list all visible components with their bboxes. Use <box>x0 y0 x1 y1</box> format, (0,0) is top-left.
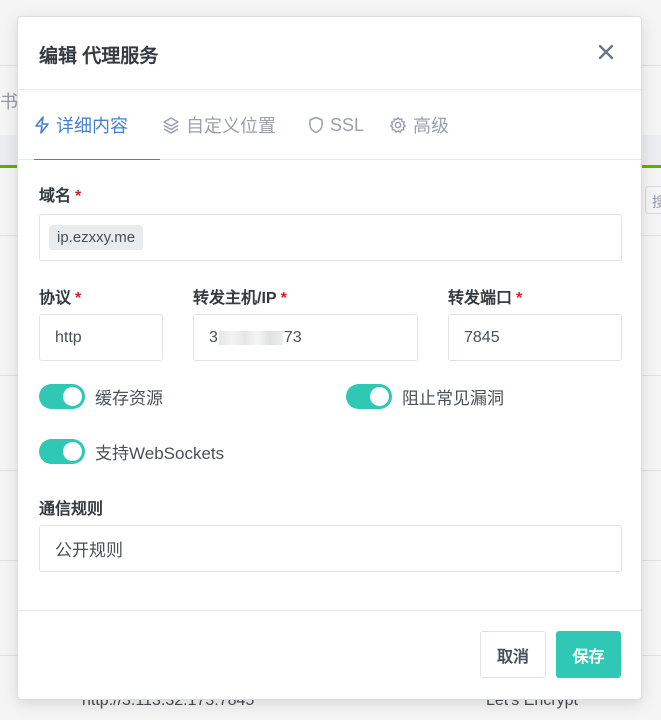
tab-label: 高级 <box>413 116 449 136</box>
required-mark: * <box>280 290 287 307</box>
gear-icon <box>390 116 406 133</box>
forward-port-input[interactable]: 7845 <box>448 314 622 361</box>
required-mark: * <box>75 290 82 307</box>
close-button[interactable] <box>595 41 617 63</box>
toggle-knob <box>63 387 82 406</box>
websockets-toggle[interactable] <box>39 439 85 464</box>
tab-custom-locations[interactable]: 自定义位置 <box>162 90 276 160</box>
domain-names-input[interactable]: ip.ezxxy.me <box>39 214 622 261</box>
save-button[interactable]: 保存 <box>556 631 621 678</box>
scheme-label: 协议 * <box>39 290 82 307</box>
cache-assets-label: 缓存资源 <box>95 389 163 408</box>
access-list-select[interactable]: 公开规则 <box>39 525 622 572</box>
required-mark: * <box>516 290 523 307</box>
block-exploits-toggle[interactable] <box>346 384 392 409</box>
toggle-knob <box>370 387 389 406</box>
edit-proxy-modal: 编辑 代理服务 详细内容 自定义位置 SSL 高级 域名 * ip.ezxxy.… <box>17 16 642 700</box>
modal-tabs: 详细内容 自定义位置 SSL 高级 <box>18 90 641 160</box>
cache-assets-toggle[interactable] <box>39 384 85 409</box>
modal-header: 编辑 代理服务 <box>18 17 641 90</box>
tab-details[interactable]: 详细内容 <box>34 90 160 160</box>
layers-icon <box>163 117 179 134</box>
domain-label: 域名 * <box>39 188 82 205</box>
redacted-blur <box>218 330 283 345</box>
domain-tag[interactable]: ip.ezxxy.me <box>49 225 144 250</box>
modal-title: 编辑 代理服务 <box>39 46 159 67</box>
websockets-label: 支持WebSockets <box>95 444 225 463</box>
tab-advanced[interactable]: 高级 <box>389 90 449 160</box>
modal-footer: 取消 保存 <box>18 610 641 699</box>
access-list-label: 通信规则 <box>39 501 104 518</box>
forward-host-input[interactable]: 3 73 <box>193 314 418 361</box>
forward-host-suffix: 73 <box>283 328 302 346</box>
cancel-button[interactable]: 取消 <box>480 631 546 678</box>
forward-host-label: 转发主机/IP * <box>193 290 287 307</box>
forward-host-prefix: 3 <box>209 328 218 346</box>
toggle-knob <box>63 442 82 461</box>
scheme-value: http <box>55 328 82 346</box>
forward-port-label: 转发端口 * <box>448 290 523 307</box>
cache-assets-toggle-row: 缓存资源 <box>39 384 163 409</box>
required-mark: * <box>75 188 82 205</box>
tab-ssl[interactable]: SSL <box>308 90 364 160</box>
bolt-icon <box>35 115 49 134</box>
tab-label: SSL <box>330 114 365 135</box>
block-exploits-label: 阻止常见漏洞 <box>402 389 504 408</box>
tab-label: 详细内容 <box>56 115 128 136</box>
scheme-select[interactable]: http <box>39 314 163 361</box>
forward-port-value: 7845 <box>464 328 500 346</box>
access-list-value: 公开规则 <box>55 541 123 560</box>
close-icon <box>598 44 614 60</box>
websockets-toggle-row: 支持WebSockets <box>39 439 224 464</box>
block-exploits-toggle-row: 阻止常见漏洞 <box>346 384 504 409</box>
tab-label: 自定义位置 <box>186 116 276 136</box>
shield-icon <box>309 116 323 134</box>
